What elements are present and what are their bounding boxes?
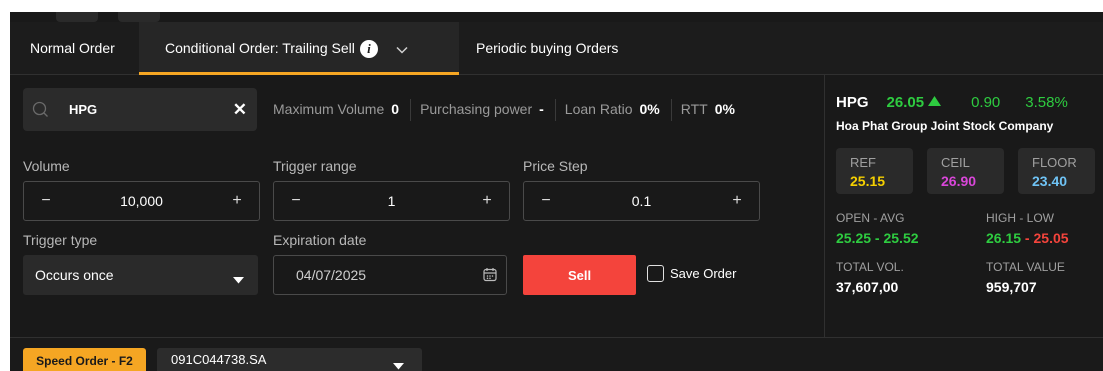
order-form: HPG ✕ Maximum Volume 0 Purchasing power - Lo… (10, 75, 823, 337)
loan-ratio-value: 0% (639, 101, 660, 117)
symbol-search-input[interactable]: HPG ✕ (23, 88, 257, 131)
volume-decrease-button[interactable]: − (24, 182, 68, 220)
trigger-range-decrease-button[interactable]: − (274, 182, 318, 220)
price-step-label: Price Step (523, 158, 588, 174)
order-tabs: Normal Order Conditional Order: Trailing… (10, 22, 1103, 75)
low-value: 25.05 (1033, 230, 1069, 246)
chevron-down-icon[interactable] (396, 23, 408, 75)
divider (670, 99, 672, 122)
stock-header: HPG 26.05 0.90 3.58% (836, 93, 1068, 112)
triangle-up-icon (928, 93, 942, 111)
price-step-input[interactable]: 0.1 (568, 182, 715, 220)
trigger-type-value: Occurs once (35, 267, 114, 283)
total-vol-label: TOTAL VOL. (836, 260, 904, 274)
tab-normal-order[interactable]: Normal Order (30, 22, 115, 74)
sell-button[interactable]: Sell (523, 255, 636, 295)
bottom-bar: Speed Order - F2 091C044738.SA (10, 337, 1103, 371)
save-order-checkbox[interactable] (647, 265, 664, 283)
speed-order-button[interactable]: Speed Order - F2 (23, 348, 146, 371)
tab-conditional-order[interactable]: Conditional Order: Trailing Sell i (139, 22, 459, 75)
account-stats: Maximum Volume 0 Purchasing power - Loan Rat… (273, 88, 735, 131)
trigger-type-label: Trigger type (23, 232, 98, 248)
caret-down-icon (393, 357, 404, 371)
high-low-separator: - (1021, 230, 1034, 246)
save-order-toggle[interactable]: Save Order (647, 265, 736, 285)
price-step-stepper: − 0.1 + (523, 181, 760, 221)
price-step-decrease-button[interactable]: − (524, 182, 568, 220)
company-name: Hoa Phat Group Joint Stock Company (836, 119, 1054, 133)
ceil-price-box: CEIL 26.90 (927, 148, 1004, 194)
open-avg-label: OPEN - AVG (836, 211, 905, 225)
ref-label: REF (850, 155, 876, 170)
ceil-value: 26.90 (941, 173, 977, 189)
account-select[interactable]: 091C044738.SA (157, 348, 422, 371)
ref-value: 25.15 (850, 173, 886, 189)
open-avg-value: 25.25 - 25.52 (836, 230, 919, 246)
total-value-label: TOTAL VALUE (986, 260, 1065, 274)
calendar-icon[interactable] (483, 267, 497, 287)
high-low-value: 26.15 - 25.05 (986, 230, 1069, 246)
purchasing-power-label: Purchasing power (420, 101, 533, 117)
trigger-range-increase-button[interactable]: + (465, 182, 509, 220)
volume-stepper: − 10,000 + (23, 181, 260, 221)
search-value: HPG (69, 102, 98, 117)
stock-info-panel: HPG 26.05 0.90 3.58% Hoa Phat Group Joint S… (824, 75, 1103, 337)
trigger-range-input[interactable]: 1 (318, 182, 465, 220)
ref-price-box: REF 25.15 (836, 148, 913, 194)
save-order-label: Save Order (670, 266, 737, 282)
floor-label: FLOOR (1032, 155, 1077, 170)
stock-price: 26.05 (886, 94, 925, 111)
rtt-value: 0% (714, 101, 735, 117)
floor-price-box: FLOOR 23.40 (1018, 148, 1095, 194)
volume-input[interactable]: 10,000 (68, 182, 215, 220)
tab-periodic-buying[interactable]: Periodic buying Orders (476, 22, 618, 74)
info-icon[interactable]: i (359, 40, 378, 59)
max-volume-value: 0 (391, 101, 400, 117)
max-volume-label: Maximum Volume (273, 101, 385, 117)
high-low-label: HIGH - LOW (986, 211, 1054, 225)
expiration-date-label: Expiration date (273, 232, 367, 248)
expiration-date-input[interactable]: 04/07/2025 (273, 255, 507, 295)
divider (554, 99, 556, 122)
total-value-value: 959,707 (986, 279, 1037, 295)
expiration-date-value: 04/07/2025 (296, 267, 367, 283)
stock-symbol: HPG (836, 94, 869, 111)
top-stub (118, 12, 160, 22)
volume-label: Volume (23, 158, 70, 174)
trading-panel: Normal Order Conditional Order: Trailing… (10, 12, 1103, 371)
caret-down-icon (233, 271, 244, 289)
stock-change: 0.90 (971, 94, 1001, 111)
trigger-type-select[interactable]: Occurs once (23, 255, 258, 295)
account-value: 091C044738.SA (171, 352, 267, 367)
trigger-range-label: Trigger range (273, 158, 357, 174)
ceil-label: CEIL (941, 155, 970, 170)
purchasing-power-value: - (539, 101, 544, 117)
rtt-label: RTT (680, 101, 708, 117)
top-stub (56, 12, 98, 22)
total-vol-value: 37,607,00 (836, 279, 899, 295)
search-icon (32, 101, 49, 123)
tab-conditional-label: Conditional Order: Trailing Sell (165, 40, 355, 56)
floor-value: 23.40 (1032, 173, 1068, 189)
divider (410, 99, 412, 122)
stock-change-percent: 3.58% (1025, 94, 1068, 111)
clear-search-icon[interactable]: ✕ (233, 88, 247, 131)
trigger-range-stepper: − 1 + (273, 181, 510, 221)
high-value: 26.15 (986, 230, 1022, 246)
volume-increase-button[interactable]: + (215, 182, 259, 220)
loan-ratio-label: Loan Ratio (564, 101, 633, 117)
price-step-increase-button[interactable]: + (715, 182, 759, 220)
